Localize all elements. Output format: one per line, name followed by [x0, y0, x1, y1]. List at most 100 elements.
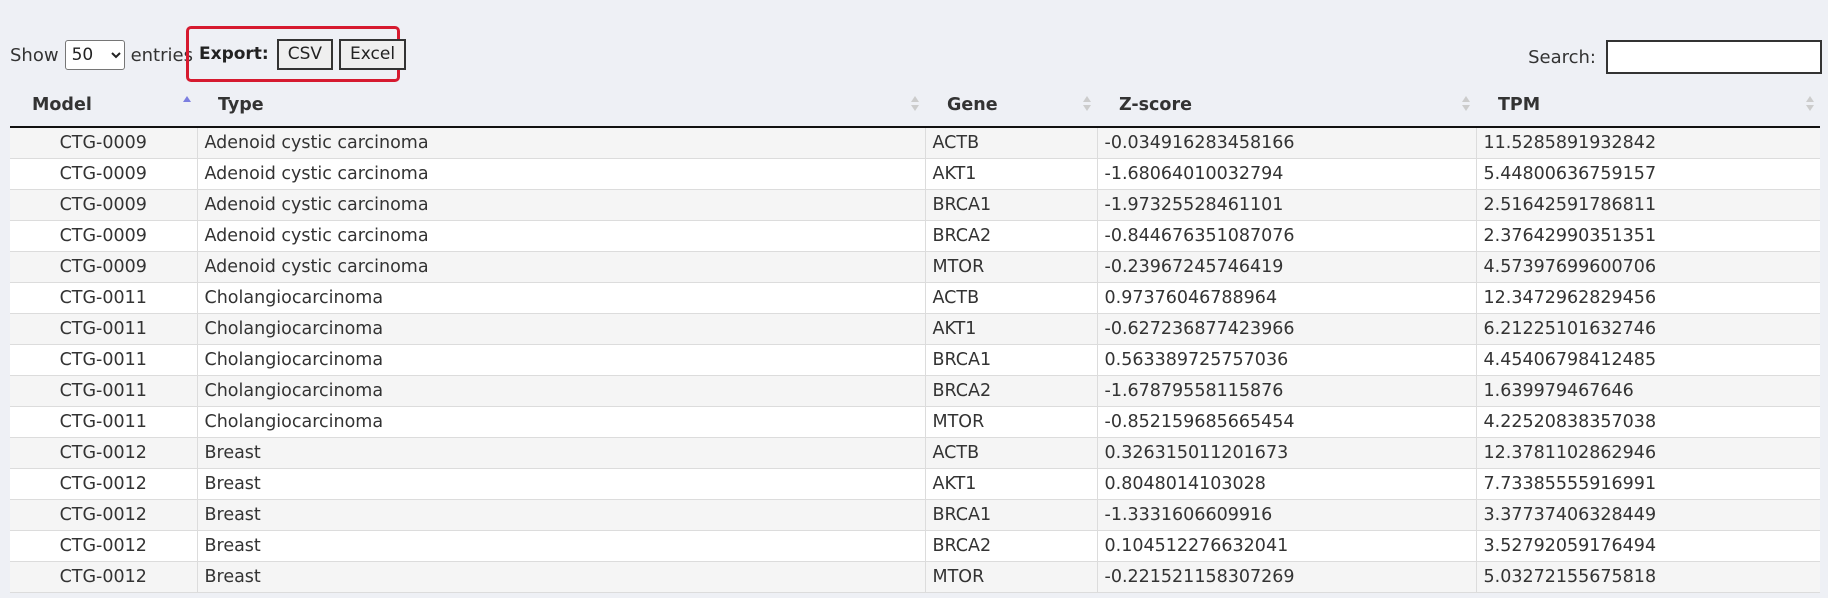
table-row: CTG-0012 Breast BRCA2 0.104512276632041 … — [10, 530, 1820, 562]
page-length-select[interactable]: 50 — [64, 40, 125, 70]
cell-type: Breast — [197, 530, 926, 562]
column-header-model[interactable]: Model — [10, 84, 197, 128]
table-row: CTG-0012 Breast BRCA1 -1.3331606609916 3… — [10, 499, 1820, 531]
cell-gene: ACTB — [925, 127, 1098, 159]
cell-gene: BRCA1 — [925, 189, 1098, 221]
cell-type: Cholangiocarcinoma — [197, 375, 926, 407]
cell-model: CTG-0011 — [10, 406, 198, 438]
search-input[interactable] — [1606, 40, 1822, 74]
sort-up-icon — [1462, 96, 1470, 102]
cell-tpm: 1.639979467646 — [1476, 375, 1820, 407]
export-excel-button[interactable]: Excel — [339, 38, 407, 70]
cell-type: Adenoid cystic carcinoma — [197, 127, 926, 159]
export-highlight-box: Export: CSV Excel — [186, 26, 407, 82]
cell-tpm: 7.73385555916991 — [1476, 468, 1820, 500]
cell-tpm: 12.3781102862946 — [1476, 437, 1820, 469]
cell-tpm: 2.37642990351351 — [1476, 220, 1820, 252]
table-row: CTG-0009 Adenoid cystic carcinoma ACTB -… — [10, 127, 1820, 159]
cell-zscore: -0.034916283458166 — [1097, 127, 1477, 159]
cell-type: Cholangiocarcinoma — [197, 406, 926, 438]
table-row: CTG-0011 Cholangiocarcinoma BRCA2 -1.678… — [10, 375, 1820, 407]
column-header-zscore[interactable]: Z-score — [1097, 84, 1476, 128]
cell-tpm: 6.21225101632746 — [1476, 313, 1820, 345]
cell-model: CTG-0012 — [10, 530, 198, 562]
sort-down-icon — [911, 105, 919, 111]
table-row: CTG-0009 Adenoid cystic carcinoma BRCA2 … — [10, 220, 1820, 252]
table-row: CTG-0009 Adenoid cystic carcinoma BRCA1 … — [10, 189, 1820, 221]
header-row: Model Type Gene Z-score TPM — [10, 84, 1820, 128]
column-header-label: Type — [218, 95, 264, 115]
sort-up-icon — [911, 96, 919, 102]
cell-type: Breast — [197, 561, 926, 593]
column-header-type[interactable]: Type — [197, 84, 925, 128]
cell-zscore: -1.97325528461101 — [1097, 189, 1477, 221]
column-header-label: Z-score — [1119, 95, 1192, 115]
table-row: CTG-0011 Cholangiocarcinoma BRCA1 0.5633… — [10, 344, 1820, 376]
sort-up-icon — [1083, 96, 1091, 102]
sort-down-icon — [1083, 105, 1091, 111]
table-row: CTG-0012 Breast MTOR -0.221521158307269 … — [10, 561, 1820, 593]
cell-zscore: 0.8048014103028 — [1097, 468, 1477, 500]
column-header-label: TPM — [1498, 95, 1541, 115]
column-header-label: Model — [32, 95, 92, 115]
export-csv-button[interactable]: CSV — [276, 38, 334, 70]
table-controls: Show 50 entries Export: CSV Excel Search… — [10, 26, 1822, 82]
cell-model: CTG-0012 — [10, 437, 198, 469]
cell-gene: BRCA2 — [925, 220, 1098, 252]
table-row: CTG-0009 Adenoid cystic carcinoma AKT1 -… — [10, 158, 1820, 190]
cell-type: Adenoid cystic carcinoma — [197, 251, 926, 283]
cell-model: CTG-0011 — [10, 313, 198, 345]
cell-zscore: -0.221521158307269 — [1097, 561, 1477, 593]
cell-type: Adenoid cystic carcinoma — [197, 189, 926, 221]
entries-label: entries — [130, 44, 193, 66]
table-body: CTG-0009 Adenoid cystic carcinoma ACTB -… — [10, 127, 1820, 593]
cell-tpm: 11.5285891932842 — [1476, 127, 1820, 159]
sort-arrows-icon — [1462, 96, 1470, 111]
cell-type: Cholangiocarcinoma — [197, 313, 926, 345]
cell-model: CTG-0011 — [10, 282, 198, 314]
page-length-control: Show 50 entries — [10, 40, 193, 70]
cell-zscore: 0.326315011201673 — [1097, 437, 1477, 469]
cell-tpm: 5.03272155675818 — [1476, 561, 1820, 593]
export-label: Export: — [199, 44, 269, 64]
cell-model: CTG-0009 — [10, 158, 198, 190]
sort-arrows-icon — [1806, 96, 1814, 111]
cell-gene: MTOR — [925, 251, 1098, 283]
cell-tpm: 2.51642591786811 — [1476, 189, 1820, 221]
cell-type: Adenoid cystic carcinoma — [197, 158, 926, 190]
table-row: CTG-0009 Adenoid cystic carcinoma MTOR -… — [10, 251, 1820, 283]
cell-gene: AKT1 — [925, 158, 1098, 190]
cell-gene: AKT1 — [925, 313, 1098, 345]
cell-zscore: -1.3331606609916 — [1097, 499, 1477, 531]
cell-model: CTG-0011 — [10, 344, 198, 376]
cell-gene: BRCA1 — [925, 499, 1098, 531]
data-table: Model Type Gene Z-score TPM CTG-0009 Ade… — [10, 84, 1820, 593]
cell-zscore: -1.67879558115876 — [1097, 375, 1477, 407]
column-header-tpm[interactable]: TPM — [1476, 84, 1820, 128]
cell-type: Breast — [197, 499, 926, 531]
sort-ascending-icon — [183, 96, 191, 102]
cell-model: CTG-0009 — [10, 251, 198, 283]
cell-type: Cholangiocarcinoma — [197, 344, 926, 376]
cell-tpm: 4.45406798412485 — [1476, 344, 1820, 376]
cell-zscore: -0.844676351087076 — [1097, 220, 1477, 252]
cell-zscore: 0.97376046788964 — [1097, 282, 1477, 314]
sort-arrows-icon — [183, 96, 191, 102]
cell-tpm: 3.37737406328449 — [1476, 499, 1820, 531]
cell-tpm: 4.22520838357038 — [1476, 406, 1820, 438]
column-header-gene[interactable]: Gene — [925, 84, 1097, 128]
cell-model: CTG-0011 — [10, 375, 198, 407]
cell-tpm: 12.3472962829456 — [1476, 282, 1820, 314]
cell-type: Breast — [197, 437, 926, 469]
show-label: Show — [10, 44, 59, 66]
cell-type: Breast — [197, 468, 926, 500]
search-label: Search: — [1528, 46, 1596, 68]
cell-zscore: -0.627236877423966 — [1097, 313, 1477, 345]
cell-gene: BRCA2 — [925, 530, 1098, 562]
cell-gene: MTOR — [925, 406, 1098, 438]
sort-up-icon — [1806, 96, 1814, 102]
cell-gene: MTOR — [925, 561, 1098, 593]
sort-down-icon — [1806, 105, 1814, 111]
cell-zscore: 0.563389725757036 — [1097, 344, 1477, 376]
cell-model: CTG-0009 — [10, 189, 198, 221]
